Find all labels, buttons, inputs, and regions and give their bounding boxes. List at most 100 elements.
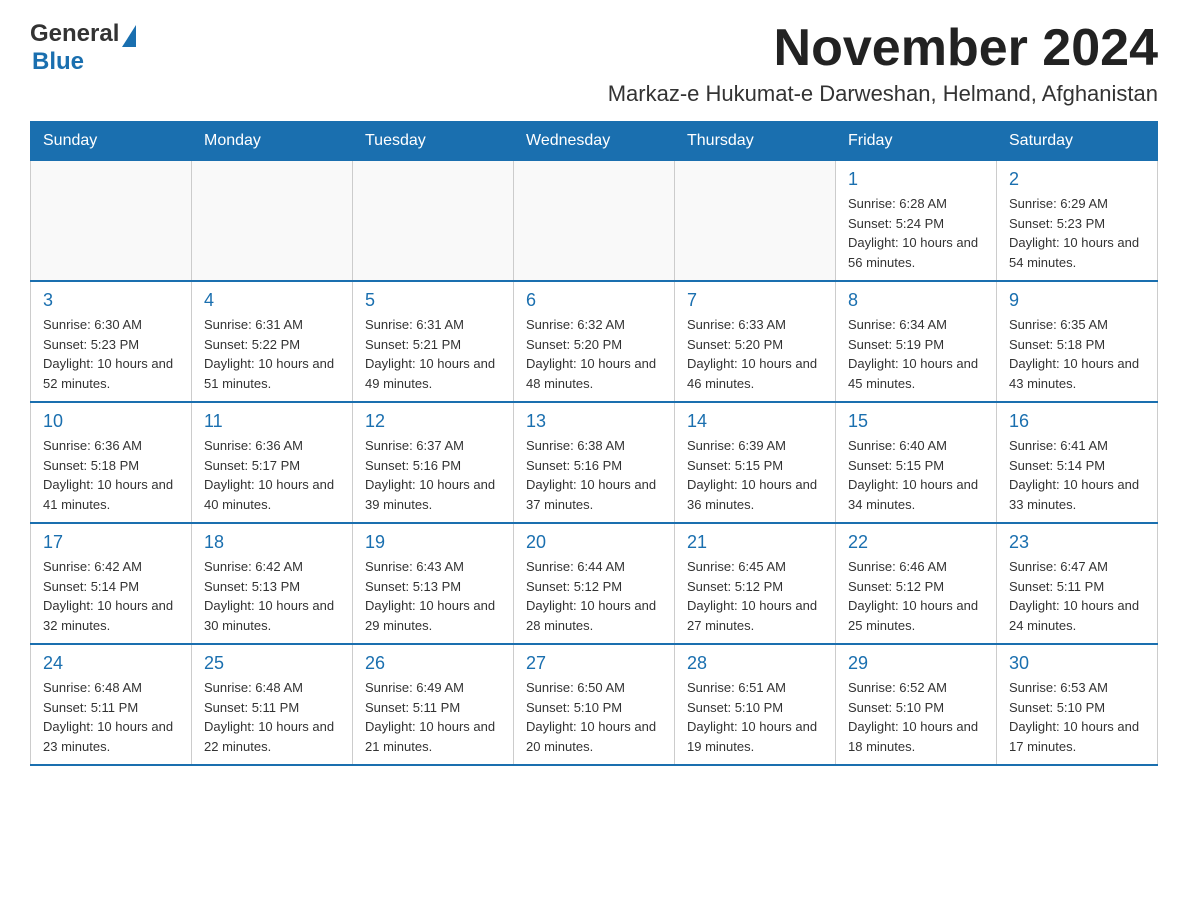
calendar-day-cell: 23 Sunrise: 6:47 AM Sunset: 5:11 PM Dayli… xyxy=(997,523,1158,644)
calendar-week-row: 10Sunrise: 6:36 AM Sunset: 5:18 PM Dayli… xyxy=(31,402,1158,523)
day-number: 28 xyxy=(687,653,823,674)
calendar-week-row: 17 Sunrise: 6:42 AM Sunset: 5:14 PM Dayli… xyxy=(31,523,1158,644)
logo-general-text: General xyxy=(30,20,119,48)
calendar-day-cell: 2 Sunrise: 6:29 AM Sunset: 5:23 PM Daylig… xyxy=(997,161,1158,282)
day-number: 16 xyxy=(1009,411,1145,432)
logo-triangle-icon xyxy=(122,25,136,47)
day-number: 24 xyxy=(43,653,179,674)
day-number: 26 xyxy=(365,653,501,674)
calendar-day-cell: 20 Sunrise: 6:44 AM Sunset: 5:12 PM Dayli… xyxy=(514,523,675,644)
day-info: Sunrise: 6:33 AM Sunset: 5:20 PM Dayligh… xyxy=(687,315,823,393)
weekday-header-tuesday: Tuesday xyxy=(353,122,514,161)
weekday-header-friday: Friday xyxy=(836,122,997,161)
calendar-day-cell: 28 Sunrise: 6:51 AM Sunset: 5:10 PM Dayli… xyxy=(675,644,836,765)
day-info: Sunrise: 6:28 AM Sunset: 5:24 PM Dayligh… xyxy=(848,194,984,272)
calendar-day-cell: 3 Sunrise: 6:30 AM Sunset: 5:23 PM Daylig… xyxy=(31,281,192,402)
day-info: Sunrise: 6:44 AM Sunset: 5:12 PM Dayligh… xyxy=(526,557,662,635)
day-info: Sunrise: 6:51 AM Sunset: 5:10 PM Dayligh… xyxy=(687,678,823,756)
day-info: Sunrise: 6:47 AM Sunset: 5:11 PM Dayligh… xyxy=(1009,557,1145,635)
calendar-day-cell: 25 Sunrise: 6:48 AM Sunset: 5:11 PM Dayli… xyxy=(192,644,353,765)
day-number: 9 xyxy=(1009,290,1145,311)
calendar-day-cell: 15 Sunrise: 6:40 AM Sunset: 5:15 PM Dayli… xyxy=(836,402,997,523)
day-info: Sunrise: 6:48 AM Sunset: 5:11 PM Dayligh… xyxy=(204,678,340,756)
day-number: 3 xyxy=(43,290,179,311)
calendar-day-cell: 11Sunrise: 6:36 AM Sunset: 5:17 PM Dayli… xyxy=(192,402,353,523)
weekday-header-sunday: Sunday xyxy=(31,122,192,161)
day-number: 15 xyxy=(848,411,984,432)
day-number: 11 xyxy=(204,411,340,432)
day-number: 29 xyxy=(848,653,984,674)
calendar-week-row: 1 Sunrise: 6:28 AM Sunset: 5:24 PM Daylig… xyxy=(31,161,1158,282)
day-number: 19 xyxy=(365,532,501,553)
day-info: Sunrise: 6:37 AM Sunset: 5:16 PM Dayligh… xyxy=(365,436,501,514)
calendar-day-cell: 4Sunrise: 6:31 AM Sunset: 5:22 PM Daylig… xyxy=(192,281,353,402)
calendar-header: SundayMondayTuesdayWednesdayThursdayFrid… xyxy=(31,122,1158,161)
weekday-header-row: SundayMondayTuesdayWednesdayThursdayFrid… xyxy=(31,122,1158,161)
calendar-day-cell xyxy=(353,161,514,282)
calendar-day-cell: 27 Sunrise: 6:50 AM Sunset: 5:10 PM Dayli… xyxy=(514,644,675,765)
day-number: 13 xyxy=(526,411,662,432)
weekday-header-thursday: Thursday xyxy=(675,122,836,161)
day-number: 21 xyxy=(687,532,823,553)
day-info: Sunrise: 6:32 AM Sunset: 5:20 PM Dayligh… xyxy=(526,315,662,393)
day-number: 6 xyxy=(526,290,662,311)
day-number: 8 xyxy=(848,290,984,311)
calendar-week-row: 3 Sunrise: 6:30 AM Sunset: 5:23 PM Daylig… xyxy=(31,281,1158,402)
calendar-day-cell: 7Sunrise: 6:33 AM Sunset: 5:20 PM Daylig… xyxy=(675,281,836,402)
day-info: Sunrise: 6:42 AM Sunset: 5:14 PM Dayligh… xyxy=(43,557,179,635)
calendar-day-cell: 16Sunrise: 6:41 AM Sunset: 5:14 PM Dayli… xyxy=(997,402,1158,523)
day-info: Sunrise: 6:39 AM Sunset: 5:15 PM Dayligh… xyxy=(687,436,823,514)
day-info: Sunrise: 6:50 AM Sunset: 5:10 PM Dayligh… xyxy=(526,678,662,756)
calendar-week-row: 24 Sunrise: 6:48 AM Sunset: 5:11 PM Dayli… xyxy=(31,644,1158,765)
page-header: General Blue November 2024 Markaz-e Huku… xyxy=(30,20,1158,107)
day-info: Sunrise: 6:45 AM Sunset: 5:12 PM Dayligh… xyxy=(687,557,823,635)
calendar-day-cell: 22Sunrise: 6:46 AM Sunset: 5:12 PM Dayli… xyxy=(836,523,997,644)
calendar-day-cell: 30Sunrise: 6:53 AM Sunset: 5:10 PM Dayli… xyxy=(997,644,1158,765)
weekday-header-monday: Monday xyxy=(192,122,353,161)
calendar-day-cell: 12 Sunrise: 6:37 AM Sunset: 5:16 PM Dayli… xyxy=(353,402,514,523)
day-number: 30 xyxy=(1009,653,1145,674)
day-info: Sunrise: 6:29 AM Sunset: 5:23 PM Dayligh… xyxy=(1009,194,1145,272)
day-info: Sunrise: 6:30 AM Sunset: 5:23 PM Dayligh… xyxy=(43,315,179,393)
calendar-day-cell: 8 Sunrise: 6:34 AM Sunset: 5:19 PM Daylig… xyxy=(836,281,997,402)
calendar-day-cell: 18 Sunrise: 6:42 AM Sunset: 5:13 PM Dayli… xyxy=(192,523,353,644)
calendar-day-cell: 1 Sunrise: 6:28 AM Sunset: 5:24 PM Daylig… xyxy=(836,161,997,282)
day-info: Sunrise: 6:35 AM Sunset: 5:18 PM Dayligh… xyxy=(1009,315,1145,393)
logo: General Blue xyxy=(30,20,136,76)
calendar-day-cell: 10Sunrise: 6:36 AM Sunset: 5:18 PM Dayli… xyxy=(31,402,192,523)
day-info: Sunrise: 6:49 AM Sunset: 5:11 PM Dayligh… xyxy=(365,678,501,756)
day-info: Sunrise: 6:34 AM Sunset: 5:19 PM Dayligh… xyxy=(848,315,984,393)
day-number: 5 xyxy=(365,290,501,311)
day-info: Sunrise: 6:36 AM Sunset: 5:18 PM Dayligh… xyxy=(43,436,179,514)
day-number: 20 xyxy=(526,532,662,553)
day-number: 12 xyxy=(365,411,501,432)
calendar-body: 1 Sunrise: 6:28 AM Sunset: 5:24 PM Daylig… xyxy=(31,161,1158,766)
calendar-day-cell xyxy=(192,161,353,282)
day-number: 25 xyxy=(204,653,340,674)
calendar-day-cell: 9 Sunrise: 6:35 AM Sunset: 5:18 PM Daylig… xyxy=(997,281,1158,402)
day-number: 17 xyxy=(43,532,179,553)
location-subtitle: Markaz-e Hukumat-e Darweshan, Helmand, A… xyxy=(608,81,1158,107)
calendar-day-cell xyxy=(675,161,836,282)
month-title: November 2024 xyxy=(608,20,1158,77)
calendar-day-cell xyxy=(514,161,675,282)
day-number: 1 xyxy=(848,169,984,190)
calendar-day-cell: 26 Sunrise: 6:49 AM Sunset: 5:11 PM Dayli… xyxy=(353,644,514,765)
day-number: 27 xyxy=(526,653,662,674)
day-number: 18 xyxy=(204,532,340,553)
calendar-day-cell: 14 Sunrise: 6:39 AM Sunset: 5:15 PM Dayli… xyxy=(675,402,836,523)
calendar-day-cell: 5Sunrise: 6:31 AM Sunset: 5:21 PM Daylig… xyxy=(353,281,514,402)
day-number: 14 xyxy=(687,411,823,432)
calendar-day-cell: 21 Sunrise: 6:45 AM Sunset: 5:12 PM Dayli… xyxy=(675,523,836,644)
weekday-header-wednesday: Wednesday xyxy=(514,122,675,161)
day-number: 2 xyxy=(1009,169,1145,190)
day-info: Sunrise: 6:40 AM Sunset: 5:15 PM Dayligh… xyxy=(848,436,984,514)
day-info: Sunrise: 6:42 AM Sunset: 5:13 PM Dayligh… xyxy=(204,557,340,635)
calendar-day-cell: 13Sunrise: 6:38 AM Sunset: 5:16 PM Dayli… xyxy=(514,402,675,523)
calendar-day-cell: 6 Sunrise: 6:32 AM Sunset: 5:20 PM Daylig… xyxy=(514,281,675,402)
day-number: 23 xyxy=(1009,532,1145,553)
day-info: Sunrise: 6:43 AM Sunset: 5:13 PM Dayligh… xyxy=(365,557,501,635)
calendar-day-cell xyxy=(31,161,192,282)
day-info: Sunrise: 6:31 AM Sunset: 5:22 PM Dayligh… xyxy=(204,315,340,393)
day-info: Sunrise: 6:48 AM Sunset: 5:11 PM Dayligh… xyxy=(43,678,179,756)
